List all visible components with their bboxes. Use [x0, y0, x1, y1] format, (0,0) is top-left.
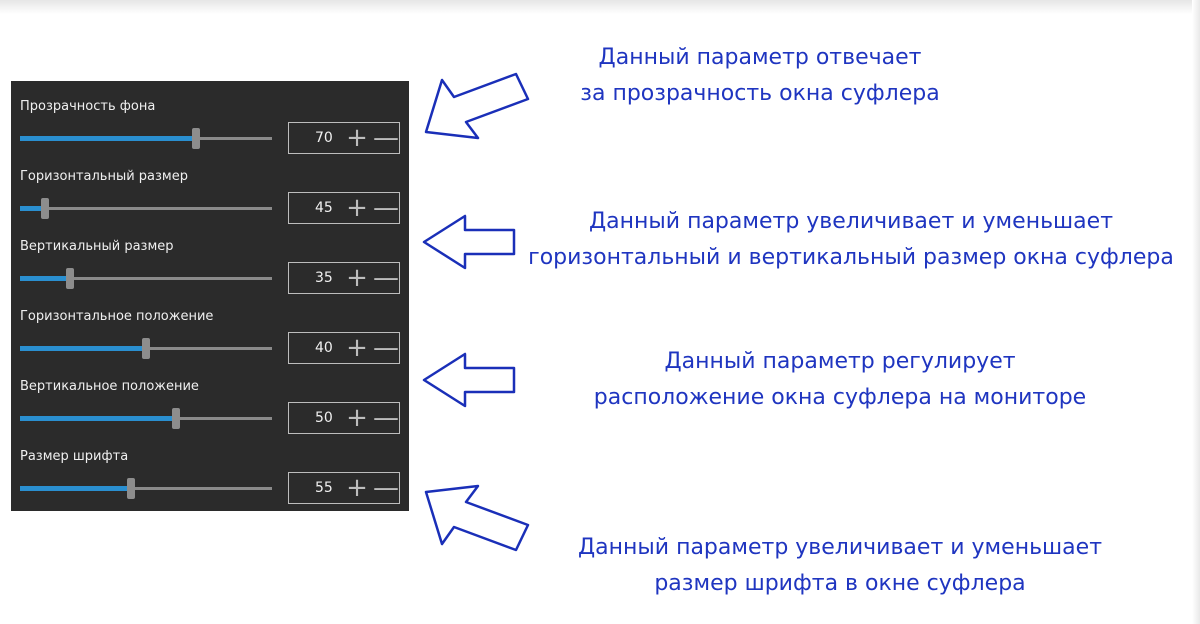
arrow-icon	[422, 352, 516, 408]
setting-label: Размер шрифта	[20, 449, 129, 464]
setting-label: Горизонтальное положение	[20, 309, 214, 324]
minus-icon[interactable]: —	[373, 125, 399, 151]
value-stepper: 40 + —	[288, 332, 400, 364]
setting-label: Вертикальное положение	[20, 379, 199, 394]
value-field[interactable]: 35	[315, 270, 333, 286]
slider-fill	[20, 416, 177, 421]
slider-track[interactable]	[20, 408, 272, 429]
slider-fill	[20, 486, 131, 491]
annotation-line: горизонтальный и вертикальный размер окн…	[528, 245, 1174, 270]
value-stepper: 35 + —	[288, 262, 400, 294]
top-shadow	[0, 0, 1200, 14]
plus-icon[interactable]: +	[346, 265, 368, 291]
annotation-line: размер шрифта в окне суфлера	[654, 571, 1026, 596]
minus-icon[interactable]: —	[373, 335, 399, 361]
setting-row-horizontal-size: Горизонтальный размер 45 + —	[11, 161, 409, 231]
slider-thumb[interactable]	[66, 268, 75, 289]
setting-row-horizontal-position: Горизонтальное положение 40 + —	[11, 301, 409, 371]
slider-thumb[interactable]	[126, 478, 135, 499]
annotation-line: Данный параметр регулирует	[664, 349, 1016, 374]
slider-track[interactable]	[20, 268, 272, 289]
minus-icon[interactable]: —	[373, 475, 399, 501]
annotation-position: Данный параметр регулирует расположение …	[560, 344, 1120, 416]
value-stepper: 50 + —	[288, 402, 400, 434]
arrow-icon	[424, 484, 530, 552]
value-field[interactable]: 45	[315, 200, 333, 216]
annotation-line: Данный параметр увеличивает и уменьшает	[588, 209, 1114, 234]
settings-panel: Прозрачность фона 70 + — Горизонтальный …	[11, 81, 409, 511]
setting-row-background-transparency: Прозрачность фона 70 + —	[11, 91, 409, 161]
slider-thumb[interactable]	[142, 338, 150, 359]
value-field[interactable]: 50	[315, 410, 333, 426]
annotation-line: за прозрачность окна суфлера	[580, 81, 940, 106]
slider-fill	[20, 346, 146, 351]
slider-fill	[20, 276, 71, 281]
arrow-icon	[424, 72, 530, 140]
setting-row-font-size: Размер шрифта 55 + —	[11, 441, 409, 511]
setting-row-vertical-position: Вертикальное положение 50 + —	[11, 371, 409, 441]
plus-icon[interactable]: +	[346, 475, 368, 501]
value-field[interactable]: 55	[315, 480, 333, 496]
annotation-size: Данный параметр увеличивает и уменьшает …	[516, 204, 1186, 276]
slider-fill	[20, 136, 197, 141]
value-stepper: 70 + —	[288, 122, 400, 154]
slider-track[interactable]	[20, 128, 272, 149]
annotation-transparency: Данный параметр отвечает за прозрачность…	[560, 40, 960, 112]
minus-icon[interactable]: —	[373, 405, 399, 431]
slider-thumb[interactable]	[172, 408, 181, 429]
setting-label: Прозрачность фона	[20, 99, 156, 114]
annotation-font-size: Данный параметр увеличивает и уменьшает …	[540, 530, 1140, 602]
value-field[interactable]: 70	[315, 130, 333, 146]
plus-icon[interactable]: +	[346, 125, 368, 151]
plus-icon[interactable]: +	[346, 335, 368, 361]
setting-label: Вертикальный размер	[20, 239, 174, 254]
minus-icon[interactable]: —	[373, 265, 399, 291]
setting-row-vertical-size: Вертикальный размер 35 + —	[11, 231, 409, 301]
setting-label: Горизонтальный размер	[20, 169, 188, 184]
slider-thumb[interactable]	[192, 128, 201, 149]
slider-track[interactable]	[20, 478, 272, 499]
plus-icon[interactable]: +	[346, 195, 368, 221]
slider-thumb[interactable]	[41, 198, 50, 219]
value-stepper: 45 + —	[288, 192, 400, 224]
annotation-line: расположение окна суфлера на мониторе	[593, 385, 1087, 410]
slider-track[interactable]	[20, 198, 272, 219]
annotation-line: Данный параметр увеличивает и уменьшает	[577, 535, 1103, 560]
annotation-line: Данный параметр отвечает	[598, 45, 922, 70]
value-field[interactable]: 40	[315, 340, 333, 356]
slider-track[interactable]	[20, 338, 272, 359]
right-shadow	[1192, 0, 1200, 624]
plus-icon[interactable]: +	[346, 405, 368, 431]
arrow-icon	[422, 214, 516, 270]
minus-icon[interactable]: —	[373, 195, 399, 221]
value-stepper: 55 + —	[288, 472, 400, 504]
